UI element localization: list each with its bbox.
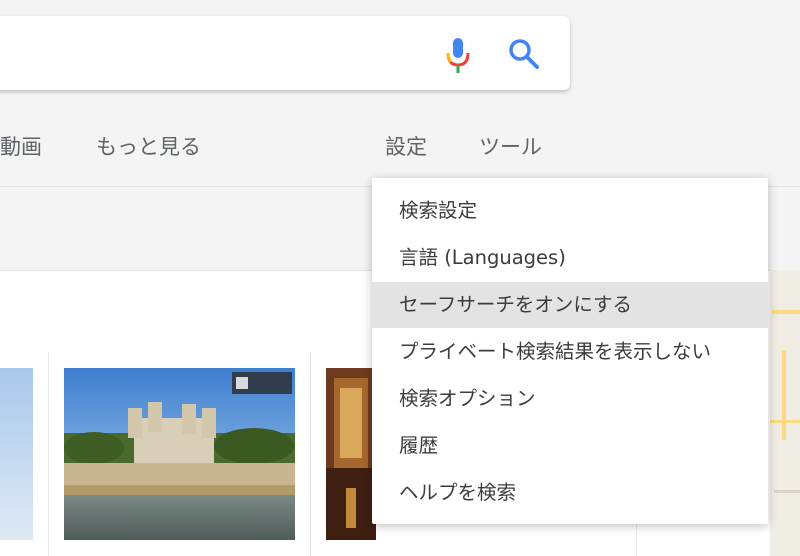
menu-item-search-settings[interactable]: 検索設定 <box>372 188 768 234</box>
menu-item-advanced-search[interactable]: 検索オプション <box>372 376 768 422</box>
column-divider <box>310 352 311 556</box>
column-divider <box>48 352 49 556</box>
tab-settings[interactable]: 設定 <box>385 132 427 162</box>
menu-item-search-help[interactable]: ヘルプを検索 <box>372 470 768 516</box>
settings-dropdown-menu: 検索設定 言語 (Languages) セーフサーチをオンにする プライベート検… <box>372 178 768 524</box>
menu-item-safesearch[interactable]: セーフサーチをオンにする <box>372 282 768 328</box>
menu-item-history[interactable]: 履歴 <box>372 423 768 469</box>
image-thumbnail[interactable] <box>0 368 33 540</box>
microphone-icon[interactable] <box>443 36 473 76</box>
search-box[interactable] <box>0 16 570 90</box>
map-thumbnail[interactable] <box>770 270 800 556</box>
image-thumbnail-tower[interactable] <box>64 368 295 540</box>
tab-more[interactable]: もっと見る <box>96 132 201 162</box>
tab-video[interactable]: 動画 <box>0 132 42 162</box>
tab-tools[interactable]: ツール <box>479 132 542 162</box>
menu-item-languages[interactable]: 言語 (Languages) <box>372 235 768 281</box>
search-icon[interactable] <box>506 36 542 72</box>
menu-item-hide-private-results[interactable]: プライベート検索結果を表示しない <box>372 329 768 375</box>
image-thumbnail-interior[interactable] <box>326 368 376 540</box>
